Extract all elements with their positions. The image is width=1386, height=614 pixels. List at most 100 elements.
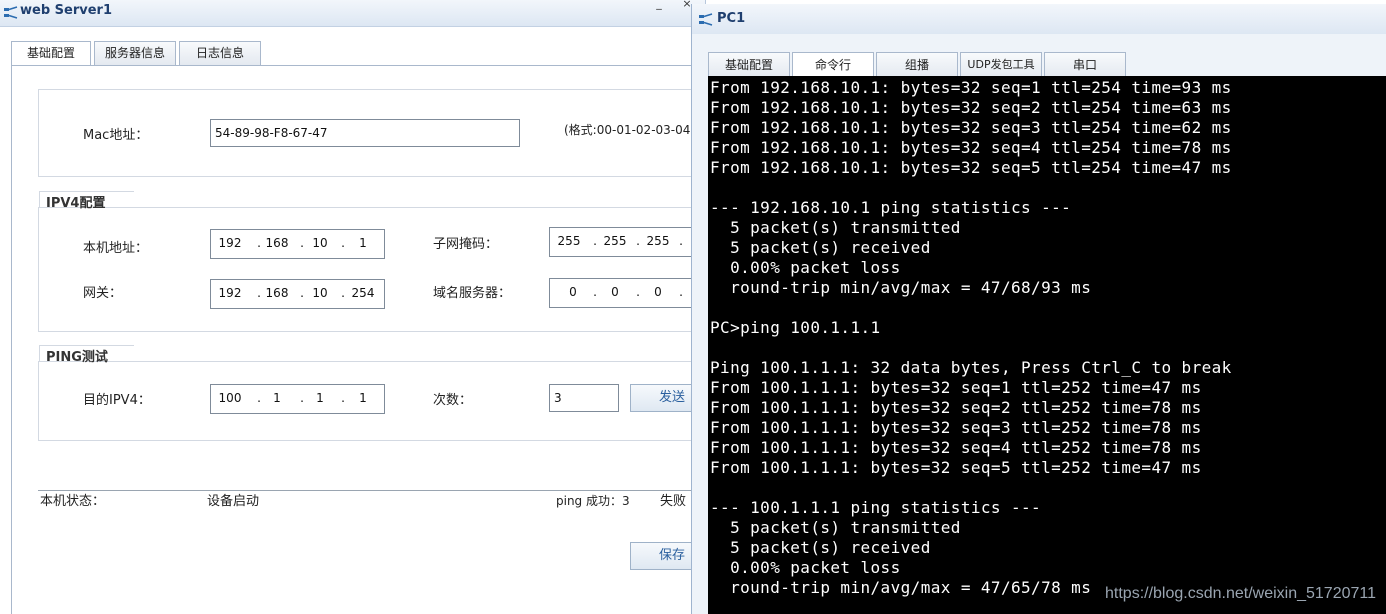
ip-dot: . — [257, 391, 261, 405]
ip-octet: 168 — [265, 236, 289, 250]
minimize-button[interactable]: _ — [646, 0, 672, 9]
tab-basic-config[interactable]: 基础配置 — [11, 41, 91, 66]
console-line: PC>ping 100.1.1.1 — [710, 318, 881, 337]
console-line: 0.00% packet loss — [710, 558, 901, 577]
ip-octet: 0 — [654, 285, 662, 299]
console-line: From 192.168.10.1: bytes=32 seq=1 ttl=25… — [710, 78, 1232, 97]
console-output: From 192.168.10.1: bytes=32 seq=1 ttl=25… — [708, 76, 1386, 598]
command-console[interactable]: From 192.168.10.1: bytes=32 seq=1 ttl=25… — [708, 76, 1386, 614]
ip-dot: . — [300, 236, 304, 250]
console-line: From 100.1.1.1: bytes=32 seq=3 ttl=252 t… — [710, 418, 1202, 437]
count-field[interactable]: 3 — [549, 384, 619, 412]
ping-group: PING测试 目的IPV4： 100 . 1 . 1 . 1 次数： 3 发送 — [38, 345, 720, 441]
ip-octet: 192 — [218, 286, 242, 300]
tab-basic-config[interactable]: 基础配置 — [708, 52, 790, 77]
console-line: From 100.1.1.1: bytes=32 seq=5 ttl=252 t… — [710, 458, 1202, 477]
host-ip-label: 本机地址： — [83, 241, 149, 256]
console-line: From 100.1.1.1: bytes=32 seq=1 ttl=252 t… — [710, 378, 1202, 397]
ip-octet: 168 — [265, 286, 289, 300]
ip-octet: 254 — [351, 286, 375, 300]
ping-group-title: PING测试 — [39, 345, 134, 365]
ip-octet: 255 — [557, 234, 581, 248]
console-line: 5 packet(s) received — [710, 538, 931, 557]
dest-ip-label: 目的IPV4： — [83, 393, 151, 408]
console-line: From 100.1.1.1: bytes=32 seq=4 ttl=252 t… — [710, 438, 1202, 457]
ip-octet: 255 — [646, 234, 670, 248]
ip-octet: 0 — [569, 285, 577, 299]
server-window-title: web Server1 — [20, 3, 112, 18]
ip-dot: . — [679, 234, 683, 248]
mac-address-field[interactable]: 54-89-98-F8-67-47 — [210, 119, 520, 147]
ip-octet: 10 — [312, 236, 328, 250]
ip-octet: 1 — [359, 391, 367, 405]
ipv4-group-title: IPV4配置 — [39, 191, 134, 211]
dest-ip-field[interactable]: 100 . 1 . 1 . 1 — [210, 384, 385, 414]
tab-server-info[interactable]: 服务器信息 — [94, 41, 176, 65]
ip-octet: 255 — [603, 234, 627, 248]
console-line: From 192.168.10.1: bytes=32 seq=2 ttl=25… — [710, 98, 1232, 117]
ip-dot: . — [679, 285, 683, 299]
pc-window: PC1 基础配置 命令行 组播 UDP发包工具 串口 From 192.168.… — [691, 4, 1386, 614]
watermark-text: https://blog.csdn.net/weixin_51720711 — [1105, 585, 1377, 602]
server-window: web Server1 _ × 基础配置 服务器信息 日志信息 Mac地址： 5… — [0, 0, 720, 614]
status-value: 设备启动 — [207, 494, 260, 509]
dns-field[interactable]: 0 . 0 . 0 . — [549, 278, 709, 308]
ping-success-count: ping 成功：3 — [556, 494, 630, 508]
server-titlebar[interactable]: web Server1 _ × — [0, 0, 705, 27]
console-line: 5 packet(s) received — [710, 238, 931, 257]
ip-dot: . — [593, 285, 597, 299]
dns-label: 域名服务器： — [433, 286, 512, 301]
host-ip-field[interactable]: 192 . 168 . 10 . 1 — [210, 229, 385, 259]
ip-dot: . — [341, 286, 345, 300]
ip-dot: . — [300, 286, 304, 300]
console-line: 5 packet(s) transmitted — [710, 218, 961, 237]
console-line: round-trip min/avg/max = 47/68/93 ms — [710, 278, 1092, 297]
console-line: From 192.168.10.1: bytes=32 seq=4 ttl=25… — [710, 138, 1232, 157]
gateway-field[interactable]: 192 . 168 . 10 . 254 — [210, 279, 385, 309]
console-line: --- 192.168.10.1 ping statistics --- — [710, 198, 1072, 217]
tab-log-info[interactable]: 日志信息 — [179, 41, 261, 65]
ip-octet: 100 — [218, 391, 242, 405]
ip-dot: . — [257, 286, 261, 300]
ipv4-group: IPV4配置 本机地址： 192 . 168 . 10 . 1 子网掩码： 25… — [38, 191, 709, 332]
console-line: Ping 100.1.1.1: 32 data bytes, Press Ctr… — [710, 358, 1232, 377]
ip-dot: . — [341, 236, 345, 250]
ip-octet: 10 — [312, 286, 328, 300]
console-line: 5 packet(s) transmitted — [710, 518, 961, 537]
ip-octet: 0 — [611, 285, 619, 299]
pc-app-icon — [698, 12, 714, 28]
console-line: From 192.168.10.1: bytes=32 seq=3 ttl=25… — [710, 118, 1232, 137]
ip-octet: 1 — [359, 236, 367, 250]
mac-label: Mac地址： — [83, 128, 149, 143]
ip-dot: . — [257, 236, 261, 250]
subnet-mask-field[interactable]: 255 . 255 . 255 . — [549, 227, 709, 257]
ip-dot: . — [341, 391, 345, 405]
tab-multicast[interactable]: 组播 — [876, 52, 958, 77]
ping-fail-label: 失败 — [660, 494, 687, 509]
pc-titlebar[interactable]: PC1 — [692, 4, 1386, 34]
gateway-label: 网关： — [83, 286, 123, 301]
count-label: 次数： — [433, 393, 473, 408]
tab-serial[interactable]: 串口 — [1044, 52, 1126, 77]
status-divider — [38, 490, 705, 491]
console-line: From 100.1.1.1: bytes=32 seq=2 ttl=252 t… — [710, 398, 1202, 417]
console-line: --- 100.1.1.1 ping statistics --- — [710, 498, 1042, 517]
status-label: 本机状态： — [40, 494, 106, 509]
ip-dot: . — [300, 391, 304, 405]
tab-udp-tool[interactable]: UDP发包工具 — [960, 52, 1042, 77]
server-app-icon — [3, 5, 19, 21]
mac-format-hint: (格式:00-01-02-03-04 — [564, 123, 691, 137]
console-line: From 192.168.10.1: bytes=32 seq=5 ttl=25… — [710, 158, 1232, 177]
ip-octet: 192 — [218, 236, 242, 250]
ip-octet: 1 — [316, 391, 324, 405]
console-line: 0.00% packet loss — [710, 258, 901, 277]
subnet-mask-label: 子网掩码： — [433, 237, 499, 252]
tab-command-line[interactable]: 命令行 — [792, 52, 874, 77]
ip-dot: . — [636, 285, 640, 299]
ip-octet: 1 — [273, 391, 281, 405]
ip-dot: . — [636, 234, 640, 248]
